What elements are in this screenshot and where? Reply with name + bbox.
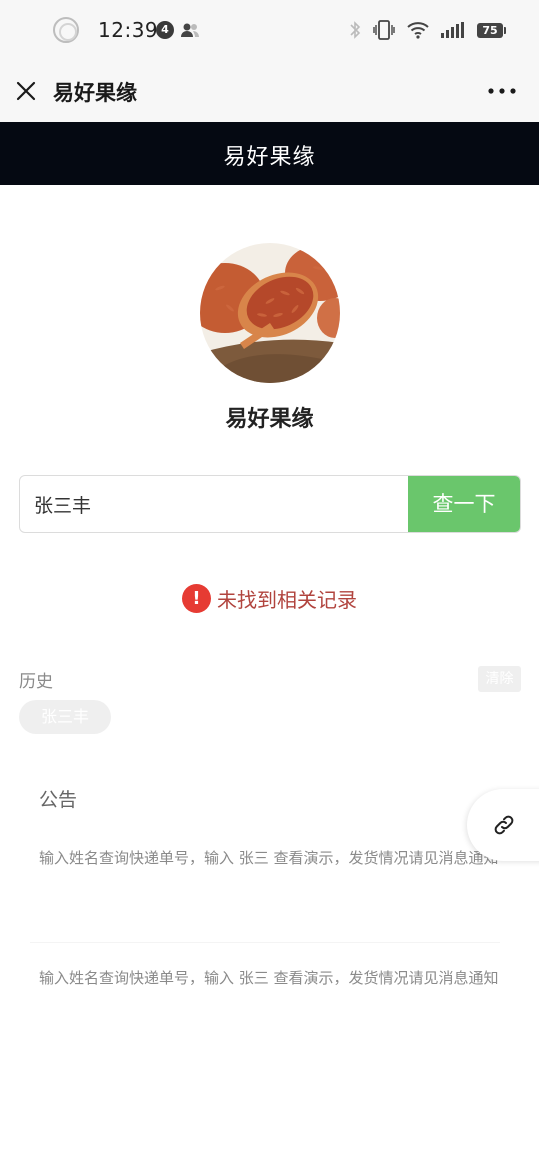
notice-title: 公告 xyxy=(39,789,78,811)
share-link-button[interactable] xyxy=(467,789,539,861)
notice-text: 输入姓名查询快递单号，输入 张三 查看演示，发货情况请见消息通知 xyxy=(39,969,499,987)
more-options-icon[interactable] xyxy=(487,78,517,104)
search-box: 查一下 xyxy=(19,475,521,533)
contacts-icon xyxy=(181,23,199,37)
close-icon[interactable] xyxy=(14,79,38,103)
history-chip[interactable]: 张三丰 xyxy=(19,700,111,734)
search-input[interactable] xyxy=(20,476,409,532)
battery-icon: 75 xyxy=(477,22,506,38)
shop-avatar xyxy=(200,243,340,383)
notice-text: 输入姓名查询快递单号，输入 张三 查看演示，发货情况请见消息通知 xyxy=(39,849,499,867)
page-header: 易好果缘 xyxy=(0,122,539,185)
nav-title: 易好果缘 xyxy=(53,81,137,105)
wifi-icon xyxy=(407,22,429,39)
notification-count-badge: 4 xyxy=(156,21,174,39)
vibrate-icon xyxy=(373,20,395,40)
page-header-title: 易好果缘 xyxy=(223,145,316,170)
history-label: 历史 xyxy=(19,672,53,692)
status-time: 12:39 xyxy=(98,18,159,42)
shop-avatar-image xyxy=(200,243,340,383)
shop-name: 易好果缘 xyxy=(225,407,314,432)
divider xyxy=(30,942,500,943)
error-icon: ! xyxy=(182,584,211,613)
signal-icon xyxy=(441,22,464,38)
status-circle-icon xyxy=(53,17,79,43)
link-icon xyxy=(494,815,514,835)
nav-bar: 易好果缘 xyxy=(0,60,539,122)
status-bar: 12:39 4 75 xyxy=(0,0,539,60)
clear-history-button[interactable]: 清除 xyxy=(478,666,521,692)
search-button[interactable]: 查一下 xyxy=(408,476,520,532)
status-icons: 75 xyxy=(349,17,506,43)
error-message: ! 未找到相关记录 xyxy=(0,584,539,613)
error-text: 未找到相关记录 xyxy=(217,588,357,612)
bluetooth-icon xyxy=(350,21,361,39)
